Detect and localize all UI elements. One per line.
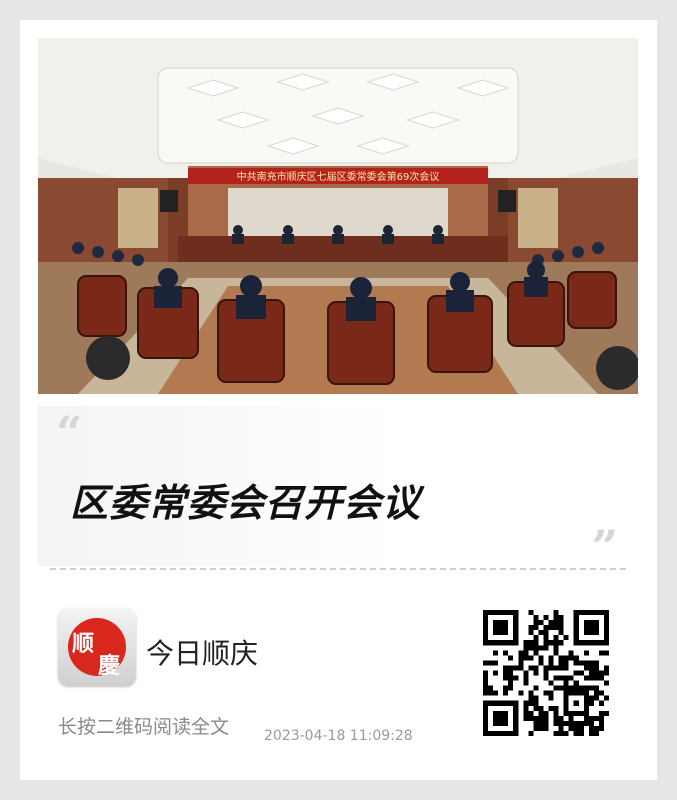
close-quote-icon: ”: [591, 520, 618, 574]
read-full-text-hint: 长按二维码阅读全文: [58, 716, 230, 738]
open-quote-icon: “: [56, 406, 83, 460]
timestamp: 2023-04-18 11:09:28: [264, 728, 413, 744]
share-card: 中共南充市顺庆区七届区委常委会第69次会议 “ 区委常委会召开会议 ” 顺 慶 …: [20, 20, 657, 780]
banner-text: 中共南充市顺庆区七届区委常委会第69次会议: [237, 170, 440, 183]
meeting-photo-illustration: 中共南充市顺庆区七届区委常委会第69次会议: [38, 38, 638, 394]
account-logo: 顺 慶: [58, 608, 136, 686]
meeting-photo: 中共南充市顺庆区七届区委常委会第69次会议: [38, 38, 638, 394]
dashed-divider: [50, 568, 626, 570]
headline-quote-box: “ 区委常委会召开会议 ”: [38, 406, 638, 570]
article-headline[interactable]: 区委常委会召开会议: [70, 472, 421, 527]
logo-char-2: 慶: [98, 653, 121, 679]
qr-code[interactable]: [483, 610, 609, 736]
account-name: 今日顺庆: [146, 637, 259, 670]
qr-code-icon: [483, 610, 609, 736]
logo-char-1: 顺: [72, 631, 95, 657]
